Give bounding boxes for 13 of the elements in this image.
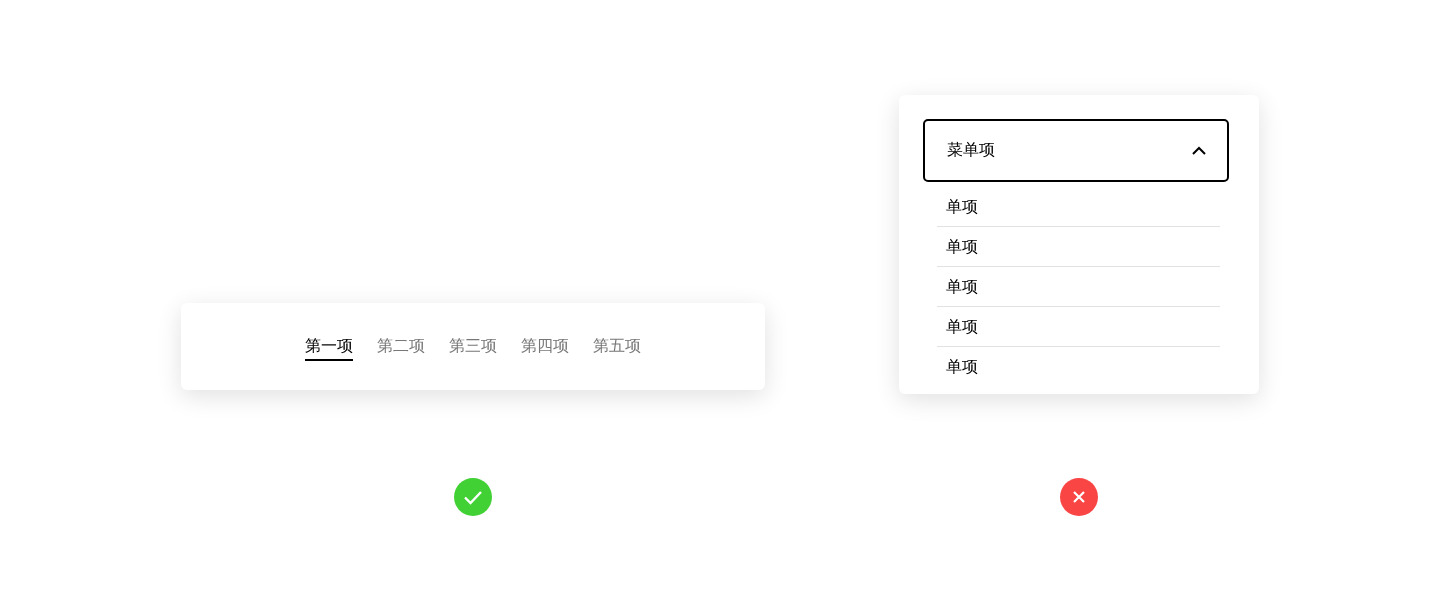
menu-item[interactable]: 单项 xyxy=(937,346,1220,386)
menu-item[interactable]: 单项 xyxy=(937,187,1220,226)
tab[interactable]: 第一项 xyxy=(305,336,353,361)
menu-item[interactable]: 单项 xyxy=(937,306,1220,346)
tab[interactable]: 第三项 xyxy=(449,336,497,361)
menu-item[interactable]: 单项 xyxy=(937,226,1220,266)
tab[interactable]: 第五项 xyxy=(593,336,641,361)
check-icon xyxy=(454,478,492,516)
menu-item[interactable]: 单项 xyxy=(937,266,1220,306)
tab[interactable]: 第二项 xyxy=(377,336,425,361)
dropdown-field[interactable]: 菜单项 xyxy=(923,119,1229,182)
cross-icon xyxy=(1060,478,1098,516)
tab[interactable]: 第四项 xyxy=(521,336,569,361)
